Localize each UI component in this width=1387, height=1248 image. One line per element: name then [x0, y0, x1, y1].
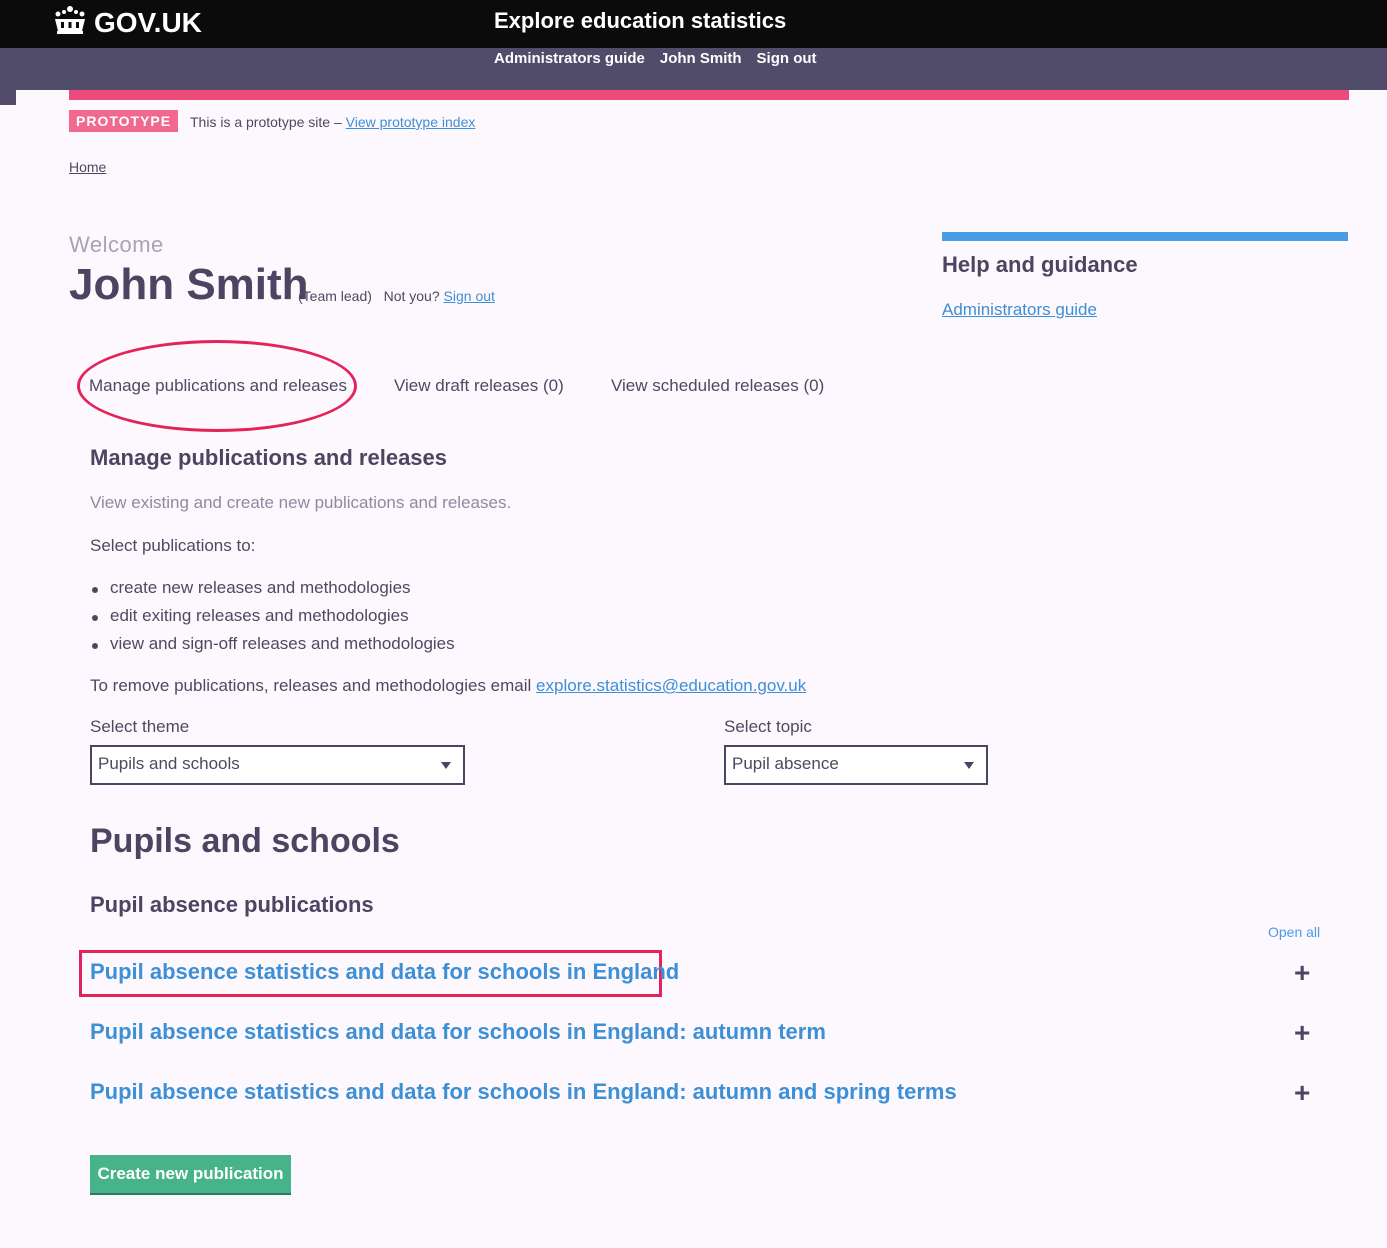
- highlight-oval: [77, 340, 357, 432]
- user-role: (Team lead): [298, 288, 372, 304]
- breadcrumb-home[interactable]: Home: [69, 159, 106, 175]
- select-intro: Select publications to:: [90, 536, 256, 555]
- manage-lead: View existing and create new publication…: [90, 493, 512, 512]
- theme-heading: Pupils and schools: [90, 822, 400, 860]
- user-role-line: (Team lead) Not you? Sign out: [298, 288, 495, 304]
- list-item: create new releases and methodologies: [90, 578, 455, 606]
- tab-scheduled-releases[interactable]: View scheduled releases (0): [611, 376, 824, 396]
- logo-text: GOV.UK: [94, 7, 202, 38]
- open-all-button[interactable]: Open all: [1268, 924, 1320, 940]
- publication-accordion-heading[interactable]: Pupil absence statistics and data for sc…: [90, 1019, 826, 1045]
- topic-select-value: Pupil absence: [732, 754, 839, 773]
- remove-text: To remove publications, releases and met…: [90, 676, 532, 695]
- header-nav: Administrators guide John Smith Sign out: [494, 50, 817, 67]
- create-new-publication-button[interactable]: Create new publication: [90, 1155, 291, 1193]
- page-title: John Smith: [69, 260, 309, 309]
- theme-label: Select theme: [90, 717, 190, 736]
- prototype-index-link[interactable]: View prototype index: [346, 114, 476, 130]
- welcome-caption: Welcome: [69, 232, 164, 257]
- chevron-down-icon: [441, 762, 451, 769]
- email-link[interactable]: explore.statistics@education.gov.uk: [536, 676, 806, 695]
- manage-heading: Manage publications and releases: [90, 445, 448, 470]
- topic-select[interactable]: Pupil absence: [724, 745, 988, 785]
- tab-draft-releases[interactable]: View draft releases (0): [394, 376, 564, 396]
- remove-info: To remove publications, releases and met…: [90, 676, 806, 696]
- publication-accordion-heading[interactable]: Pupil absence statistics and data for sc…: [90, 959, 679, 985]
- help-title: Help and guidance: [942, 252, 1138, 277]
- service-name[interactable]: Explore education statistics: [494, 8, 786, 34]
- chevron-down-icon: [964, 762, 974, 769]
- sign-out-link[interactable]: Sign out: [444, 288, 495, 304]
- not-you-text: Not you?: [383, 288, 440, 304]
- capabilities-list: create new releases and methodologies ed…: [90, 578, 455, 662]
- expand-plus-icon[interactable]: +: [1294, 1077, 1310, 1109]
- theme-select[interactable]: Pupils and schools: [90, 745, 465, 785]
- header-notch: [0, 90, 16, 105]
- expand-plus-icon[interactable]: +: [1294, 1017, 1310, 1049]
- nav-sign-out[interactable]: Sign out: [757, 50, 817, 67]
- list-item: view and sign-off releases and methodolo…: [90, 634, 455, 662]
- phase-bar: [69, 90, 1349, 100]
- govuk-logo[interactable]: GOV.UK: [52, 5, 202, 42]
- nav-administrators-guide[interactable]: Administrators guide: [494, 50, 645, 67]
- prototype-banner-text: This is a prototype site – View prototyp…: [190, 114, 475, 130]
- help-accent-bar: [942, 232, 1348, 241]
- list-item: edit exiting releases and methodologies: [90, 606, 455, 634]
- expand-plus-icon[interactable]: +: [1294, 957, 1310, 989]
- theme-select-value: Pupils and schools: [98, 754, 240, 773]
- crown-icon: [52, 5, 88, 42]
- prototype-message: This is a prototype site –: [190, 114, 342, 130]
- nav-user-name[interactable]: John Smith: [660, 50, 742, 67]
- prototype-tag: PROTOTYPE: [69, 110, 179, 132]
- topic-label: Select topic: [724, 717, 812, 736]
- publication-accordion-heading[interactable]: Pupil absence statistics and data for sc…: [90, 1079, 957, 1105]
- topic-heading: Pupil absence publications: [90, 892, 374, 917]
- administrators-guide-link[interactable]: Administrators guide: [942, 300, 1097, 320]
